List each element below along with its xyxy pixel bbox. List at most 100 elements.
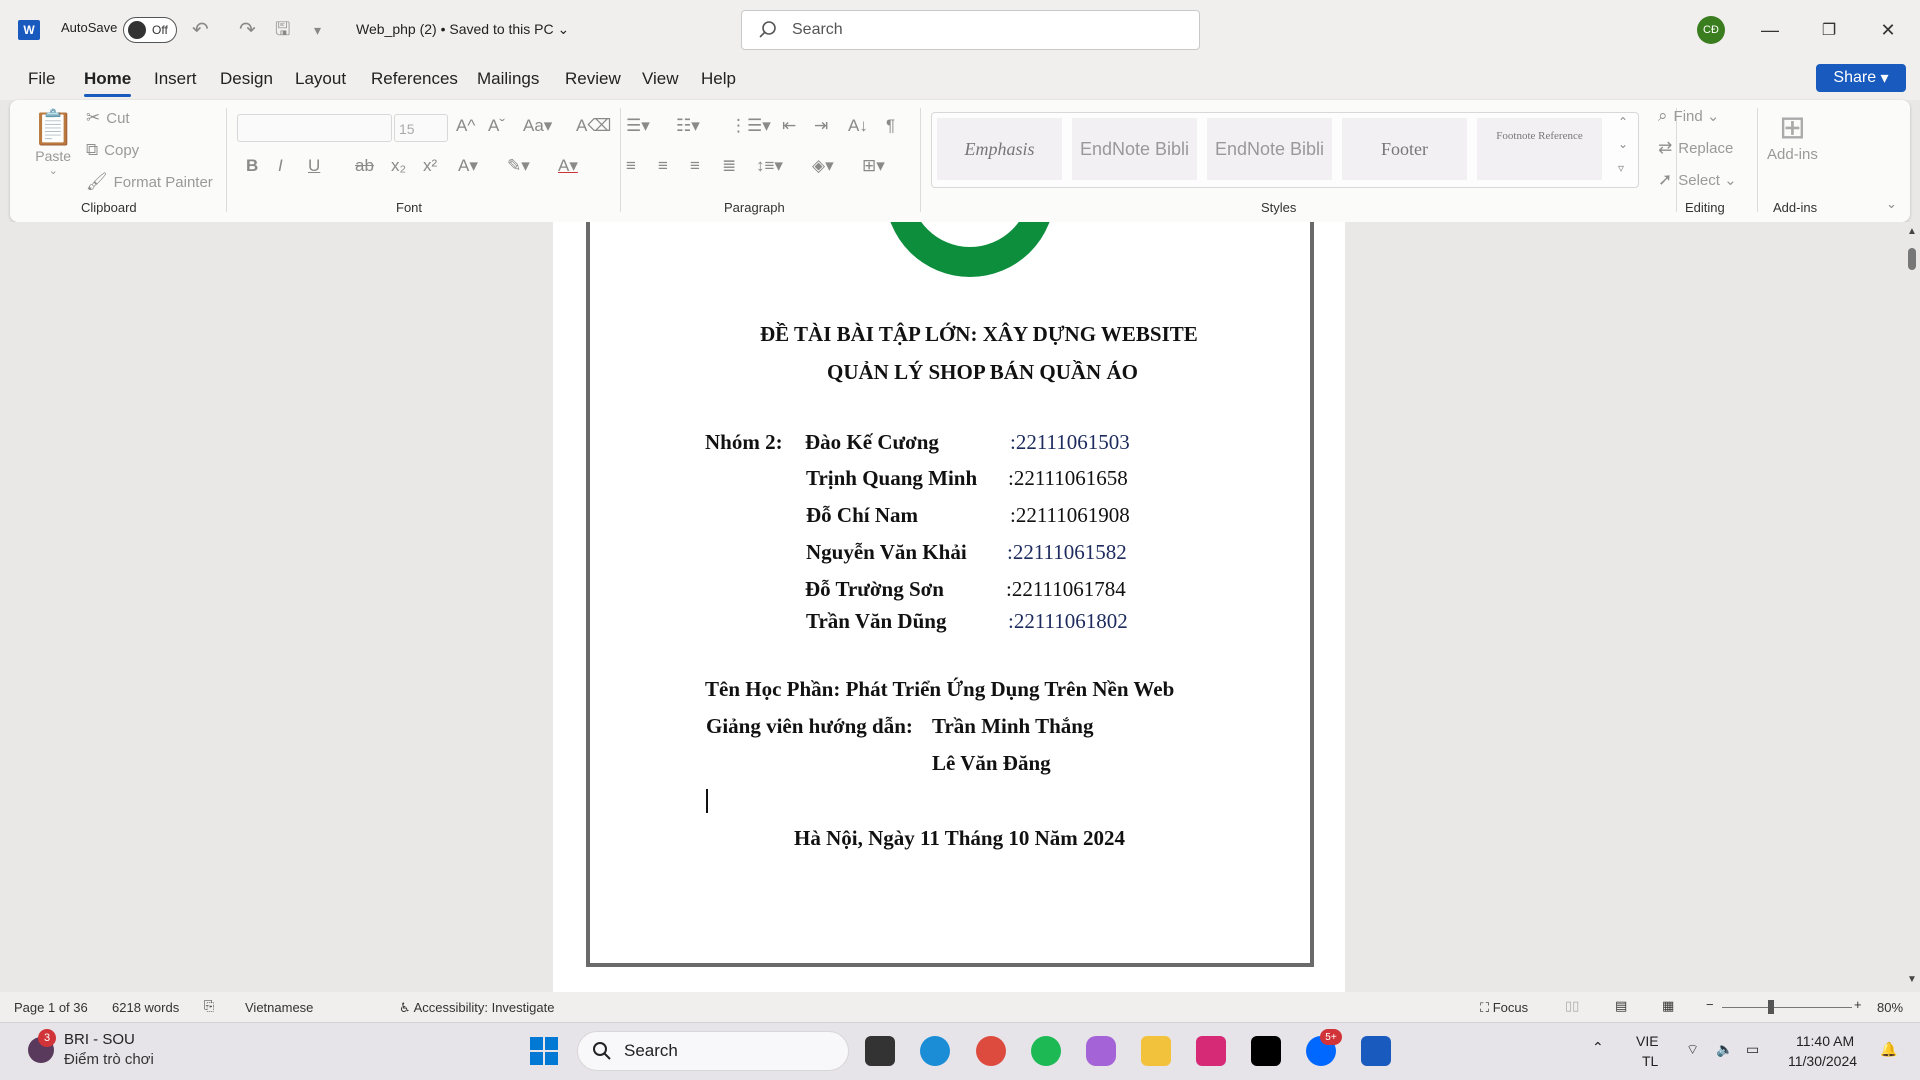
tab-references[interactable]: References xyxy=(371,69,458,89)
restore-icon[interactable]: ❐ xyxy=(1815,16,1843,44)
tab-insert[interactable]: Insert xyxy=(154,69,197,89)
print-layout-icon[interactable]: ▤ xyxy=(1615,998,1627,1014)
style-footnote-reference[interactable]: Footnote Reference xyxy=(1477,118,1602,180)
change-case-icon[interactable]: Aa▾ xyxy=(523,116,552,136)
zoom-slider-thumb[interactable] xyxy=(1768,1000,1774,1014)
volume-icon[interactable]: 🔈 xyxy=(1716,1041,1733,1058)
add-ins-button[interactable]: ⊞ Add-ins xyxy=(1767,108,1818,163)
language[interactable]: Vietnamese xyxy=(245,1000,313,1015)
zoom-level[interactable]: 80% xyxy=(1877,1000,1903,1015)
clock-time[interactable]: 11:40 AM xyxy=(1796,1033,1854,1049)
subscript-icon[interactable]: x₂ xyxy=(391,156,406,176)
clear-formatting-icon[interactable]: A⌫ xyxy=(576,116,611,136)
input-language[interactable]: VIE xyxy=(1636,1033,1659,1049)
line-spacing-icon[interactable]: ↕≡▾ xyxy=(756,156,783,176)
redo-icon[interactable]: ↷ xyxy=(239,17,256,42)
task-view-icon[interactable] xyxy=(865,1036,895,1066)
close-icon[interactable]: ✕ xyxy=(1874,16,1902,44)
style-footer[interactable]: Footer xyxy=(1342,118,1467,180)
customize-qat-icon[interactable]: ▾ xyxy=(314,22,321,39)
tab-home[interactable]: Home xyxy=(84,69,132,97)
borders-icon[interactable]: ⊞▾ xyxy=(862,156,885,176)
align-right-icon[interactable]: ≡ xyxy=(690,156,700,176)
tab-mailings[interactable]: Mailings xyxy=(477,69,539,89)
pilcrow-icon[interactable]: ¶ xyxy=(886,116,895,136)
style-endnote-bibli-1[interactable]: EndNote Bibli xyxy=(1072,118,1197,180)
minimize-icon[interactable]: — xyxy=(1756,16,1784,44)
instagram-icon[interactable] xyxy=(1196,1036,1226,1066)
tab-review[interactable]: Review xyxy=(565,69,621,89)
strikethrough-icon[interactable]: ab xyxy=(355,156,374,176)
replace-button[interactable]: ⇄ Replace xyxy=(1658,138,1733,158)
styles-scroll-down-icon[interactable]: ⌄ xyxy=(1618,137,1628,151)
spotify-icon[interactable] xyxy=(1031,1036,1061,1066)
tab-file[interactable]: File xyxy=(28,69,55,89)
text-effects-icon[interactable]: A▾ xyxy=(458,156,478,176)
shading-icon[interactable]: ◈▾ xyxy=(812,156,834,176)
tab-help[interactable]: Help xyxy=(701,69,736,89)
cut-button[interactable]: ✂ Cut xyxy=(86,108,130,128)
shrink-font-icon[interactable]: Aˇ xyxy=(488,116,505,136)
highlight-icon[interactable]: ✎▾ xyxy=(507,156,530,176)
save-icon[interactable]: 🖫 xyxy=(275,17,290,47)
find-button[interactable]: ⌕ Find ⌄ xyxy=(1658,106,1719,126)
chevron-up-icon[interactable]: ⌃ xyxy=(1592,1039,1604,1056)
bullets-icon[interactable]: ☰▾ xyxy=(626,116,650,136)
sort-icon[interactable]: A↓ xyxy=(848,116,868,136)
edge-icon[interactable] xyxy=(920,1036,950,1066)
format-painter-button[interactable]: 🖌 Format Painter xyxy=(86,172,213,192)
zoom-in-icon[interactable]: + xyxy=(1854,997,1862,1012)
grow-font-icon[interactable]: A^ xyxy=(456,116,475,136)
numbering-icon[interactable]: ☷▾ xyxy=(676,116,700,136)
italic-icon[interactable]: I xyxy=(278,156,283,176)
document-title[interactable]: Web_php (2) • Saved to this PC ⌄ xyxy=(356,21,569,38)
accessibility-status[interactable]: ♿ Accessibility: Investigate xyxy=(399,1000,554,1016)
select-button[interactable]: ➚ Select ⌄ xyxy=(1658,170,1737,190)
copilot-icon[interactable] xyxy=(1086,1036,1116,1066)
avatar[interactable]: CĐ xyxy=(1697,16,1725,44)
decrease-indent-icon[interactable]: ⇤ xyxy=(782,116,796,136)
share-button[interactable]: Share ▾ xyxy=(1816,64,1906,92)
file-explorer-icon[interactable] xyxy=(1141,1036,1171,1066)
web-layout-icon[interactable]: ▦ xyxy=(1662,998,1674,1014)
superscript-icon[interactable]: x² xyxy=(423,156,437,176)
font-name-box[interactable] xyxy=(237,114,392,142)
tab-design[interactable]: Design xyxy=(220,69,273,89)
zoom-out-icon[interactable]: − xyxy=(1706,997,1714,1012)
vertical-scrollbar[interactable]: ▲ ▼ xyxy=(1903,222,1920,992)
focus-button[interactable]: ⛶ Focus xyxy=(1480,1000,1528,1016)
proofing-icon[interactable]: ⎘ xyxy=(204,998,214,1014)
collapse-ribbon-icon[interactable]: ⌄ xyxy=(1886,196,1897,212)
clock-date[interactable]: 11/30/2024 xyxy=(1788,1053,1857,1069)
scroll-up-icon[interactable]: ▲ xyxy=(1907,226,1917,237)
taskbar-search[interactable]: Search xyxy=(577,1031,849,1071)
font-size-box[interactable]: 15 xyxy=(394,114,448,142)
wifi-icon[interactable]: ⌔ xyxy=(1686,1041,1699,1059)
scroll-thumb[interactable] xyxy=(1908,248,1916,270)
styles-scroll-up-icon[interactable]: ⌃ xyxy=(1618,115,1628,129)
battery-icon[interactable]: ▭ xyxy=(1746,1041,1759,1058)
search-box[interactable]: Search xyxy=(741,10,1200,50)
style-emphasis[interactable]: Emphasis xyxy=(937,118,1062,180)
page-count[interactable]: Page 1 of 36 xyxy=(14,1000,88,1015)
windows-start-icon[interactable] xyxy=(529,1036,559,1066)
styles-more-icon[interactable]: ▿ xyxy=(1618,161,1624,175)
word-taskbar-icon[interactable] xyxy=(1361,1036,1391,1066)
style-endnote-bibli-2[interactable]: EndNote Bibli xyxy=(1207,118,1332,180)
zoom-slider[interactable] xyxy=(1722,1007,1852,1008)
word-count[interactable]: 6218 words xyxy=(112,1000,179,1015)
autosave-toggle[interactable]: Off xyxy=(123,17,177,43)
tab-view[interactable]: View xyxy=(642,69,679,89)
widget-title[interactable]: BRI - SOU xyxy=(64,1031,135,1048)
multilevel-list-icon[interactable]: ⋮☰▾ xyxy=(730,116,771,136)
align-center-icon[interactable]: ≡ xyxy=(658,156,668,176)
justify-icon[interactable]: ≣ xyxy=(722,156,736,176)
paste-button[interactable]: 📋 Paste ⌄ xyxy=(32,108,74,177)
bell-icon[interactable]: 🔔 xyxy=(1880,1041,1897,1058)
undo-icon[interactable]: ↶ xyxy=(192,17,209,42)
scroll-down-icon[interactable]: ▼ xyxy=(1907,974,1917,985)
tab-layout[interactable]: Layout xyxy=(295,69,346,89)
increase-indent-icon[interactable]: ⇥ xyxy=(814,116,828,136)
read-mode-icon[interactable]: ▯▯ xyxy=(1565,998,1579,1014)
font-color-icon[interactable]: A▾ xyxy=(558,156,578,176)
